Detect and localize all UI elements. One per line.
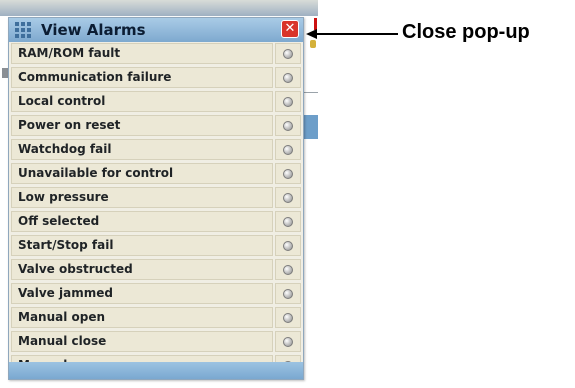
led-indicator-icon bbox=[283, 217, 293, 227]
grid-icon bbox=[15, 22, 31, 38]
alarm-label: Unavailable for control bbox=[11, 163, 273, 184]
led-indicator-icon bbox=[283, 337, 293, 347]
alarm-status-cell bbox=[275, 115, 301, 136]
alarm-label: Communication failure bbox=[11, 67, 273, 88]
alarm-row: Power on reset bbox=[11, 115, 301, 136]
popup-footer bbox=[9, 362, 303, 379]
alarm-status-cell bbox=[275, 139, 301, 160]
alarm-label: Off selected bbox=[11, 211, 273, 232]
alarm-status-cell bbox=[275, 331, 301, 352]
led-indicator-icon bbox=[283, 313, 293, 323]
alarm-status-cell bbox=[275, 163, 301, 184]
led-indicator-icon bbox=[283, 97, 293, 107]
popup-title-bar[interactable]: View Alarms ✕ bbox=[9, 18, 303, 42]
callout-arrow-line bbox=[316, 33, 398, 35]
alarm-row: Valve obstructed bbox=[11, 259, 301, 280]
alarm-row: Low pressure bbox=[11, 187, 301, 208]
led-indicator-icon bbox=[283, 121, 293, 131]
close-popup-callout: Close pop-up bbox=[402, 21, 530, 43]
alarm-status-cell bbox=[275, 187, 301, 208]
alarm-status-cell bbox=[275, 211, 301, 232]
alarm-list: RAM/ROM fault Communication failure Local … bbox=[11, 43, 301, 379]
alarm-status-cell bbox=[275, 43, 301, 64]
alarm-row: Off selected bbox=[11, 211, 301, 232]
alarm-row: Valve jammed bbox=[11, 283, 301, 304]
alarm-row: RAM/ROM fault bbox=[11, 43, 301, 64]
alarm-label: Manual open bbox=[11, 307, 273, 328]
alarm-row: Communication failure bbox=[11, 67, 301, 88]
popup-title: View Alarms bbox=[41, 21, 146, 39]
background-lock-icon bbox=[310, 40, 316, 48]
led-indicator-icon bbox=[283, 289, 293, 299]
close-icon[interactable]: ✕ bbox=[285, 21, 296, 36]
background-app-toolbar bbox=[0, 0, 318, 16]
led-indicator-icon bbox=[283, 73, 293, 83]
alarm-row: Local control bbox=[11, 91, 301, 112]
led-indicator-icon bbox=[283, 193, 293, 203]
led-indicator-icon bbox=[283, 49, 293, 59]
alarm-row: Start/Stop fail bbox=[11, 235, 301, 256]
alarm-label: Valve obstructed bbox=[11, 259, 273, 280]
alarm-status-cell bbox=[275, 235, 301, 256]
alarm-status-cell bbox=[275, 259, 301, 280]
alarm-label: Low pressure bbox=[11, 187, 273, 208]
alarm-label: Manual close bbox=[11, 331, 273, 352]
alarm-label: Watchdog fail bbox=[11, 139, 273, 160]
alarm-status-cell bbox=[275, 91, 301, 112]
view-alarms-popup: View Alarms ✕ RAM/ROM fault Communication… bbox=[8, 17, 304, 380]
alarm-row: Unavailable for control bbox=[11, 163, 301, 184]
alarm-status-cell bbox=[275, 67, 301, 88]
close-button[interactable]: ✕ bbox=[281, 20, 299, 38]
alarm-label: RAM/ROM fault bbox=[11, 43, 273, 64]
alarm-row: Manual open bbox=[11, 307, 301, 328]
alarm-label: Valve jammed bbox=[11, 283, 273, 304]
alarm-row: Watchdog fail bbox=[11, 139, 301, 160]
led-indicator-icon bbox=[283, 169, 293, 179]
alarm-status-cell bbox=[275, 283, 301, 304]
alarm-row: Manual close bbox=[11, 331, 301, 352]
alarm-label: Local control bbox=[11, 91, 273, 112]
alarm-label: Power on reset bbox=[11, 115, 273, 136]
led-indicator-icon bbox=[283, 265, 293, 275]
led-indicator-icon bbox=[283, 145, 293, 155]
alarm-status-cell bbox=[275, 307, 301, 328]
led-indicator-icon bbox=[283, 241, 293, 251]
alarm-label: Start/Stop fail bbox=[11, 235, 273, 256]
